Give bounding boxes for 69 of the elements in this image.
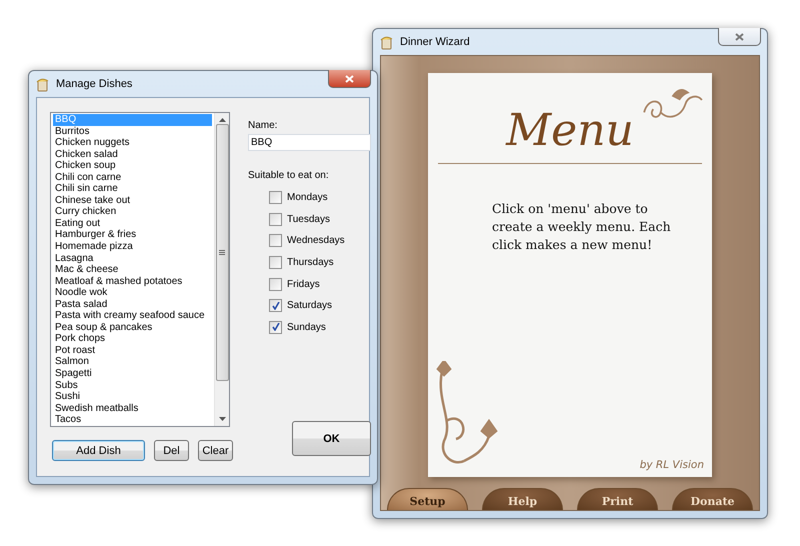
list-item[interactable]: Chili con carne (53, 172, 212, 184)
checkbox-label: Thursdays (287, 257, 334, 268)
name-field[interactable]: BBQ (248, 134, 371, 151)
checkbox[interactable] (269, 256, 282, 270)
list-item[interactable]: Chicken soup (53, 160, 212, 172)
list-item[interactable]: Hamburger & fries (53, 229, 212, 242)
list-item[interactable]: Chili sin carne (53, 183, 212, 195)
checkbox-label: Sundays (287, 322, 326, 333)
list-item[interactable]: Homemade pizza (53, 241, 212, 253)
list-item[interactable]: Noodle wok (53, 287, 212, 299)
checkbox[interactable] (269, 212, 282, 226)
list-item[interactable]: Pasta with creamy seafood sauce (53, 310, 212, 322)
list-item[interactable]: Lasagna (53, 252, 212, 264)
scroll-thumb[interactable] (216, 124, 228, 381)
checkbox-label: Mondays (287, 192, 328, 204)
scrollbar[interactable] (214, 113, 229, 426)
checkbox[interactable] (269, 234, 282, 248)
close-button[interactable] (328, 70, 371, 88)
check-icon (272, 302, 280, 310)
checkbox[interactable] (269, 191, 282, 204)
tab[interactable]: Help (482, 488, 563, 510)
checkbox-label: Tuesdays (287, 214, 330, 225)
window-title: Dinner Wizard (400, 36, 470, 48)
check-icon (272, 323, 280, 332)
checkbox[interactable] (269, 320, 282, 334)
checkbox-label: Saturdays (287, 300, 332, 312)
list-item[interactable]: Curry chicken (53, 206, 212, 218)
ok-button[interactable]: OK (292, 421, 371, 456)
tab[interactable]: Setup (387, 488, 468, 510)
list-item[interactable]: Burritos (53, 126, 212, 138)
checkbox-label: Fridays (287, 278, 320, 290)
clear-button[interactable]: Clear (198, 440, 233, 461)
window-title: Manage Dishes (56, 78, 132, 90)
close-icon (735, 32, 744, 40)
app-icon (380, 34, 394, 50)
days-label: Suitable to eat on: (248, 170, 330, 181)
list-item[interactable]: Mac & cheese (53, 264, 212, 276)
list-item[interactable]: Pork chops (53, 333, 212, 345)
list-item[interactable]: Chicken nuggets (53, 137, 212, 149)
add-dish-button[interactable]: Add Dish (52, 440, 145, 461)
list-item[interactable]: Chinese take out (53, 194, 212, 206)
list-item[interactable]: Tacos (53, 414, 212, 426)
list-item[interactable]: Meatloaf & mashed potatoes (53, 276, 212, 288)
delete-button[interactable]: Del (154, 440, 189, 461)
instructions-text: Click on 'menu' above to create a weekly menu. Each click makes a new menu! (492, 200, 672, 254)
list-item[interactable]: Salmon (53, 356, 212, 368)
list-item[interactable]: Pea soup & pancakes (53, 322, 212, 334)
menu-heading[interactable]: Menu (506, 99, 634, 163)
credit-text: by RL Vision (640, 459, 704, 471)
tab[interactable]: Print (577, 488, 658, 510)
list-item[interactable]: Pot roast (53, 344, 212, 356)
scroll-down-icon (218, 417, 226, 421)
list-item[interactable]: Chicken salad (53, 148, 212, 160)
close-button[interactable] (718, 28, 761, 46)
grip-icon (219, 250, 225, 255)
list-item[interactable]: Spagetti (53, 368, 212, 380)
name-label: Name: (248, 120, 278, 131)
list-item[interactable]: Sushi (53, 391, 212, 403)
list-item[interactable]: Subs (53, 380, 212, 392)
scroll-up-icon (218, 118, 226, 122)
close-icon (345, 74, 354, 82)
list-item[interactable]: Pasta salad (53, 298, 212, 310)
checkbox-label: Wednesdays (287, 235, 345, 246)
list-item[interactable]: Eating out (53, 218, 212, 230)
tab[interactable]: Donate (672, 488, 753, 510)
checkbox[interactable] (269, 278, 282, 291)
list-item[interactable]: Swedish meatballs (53, 402, 212, 414)
app-icon (36, 76, 50, 92)
checkbox[interactable] (269, 299, 282, 312)
